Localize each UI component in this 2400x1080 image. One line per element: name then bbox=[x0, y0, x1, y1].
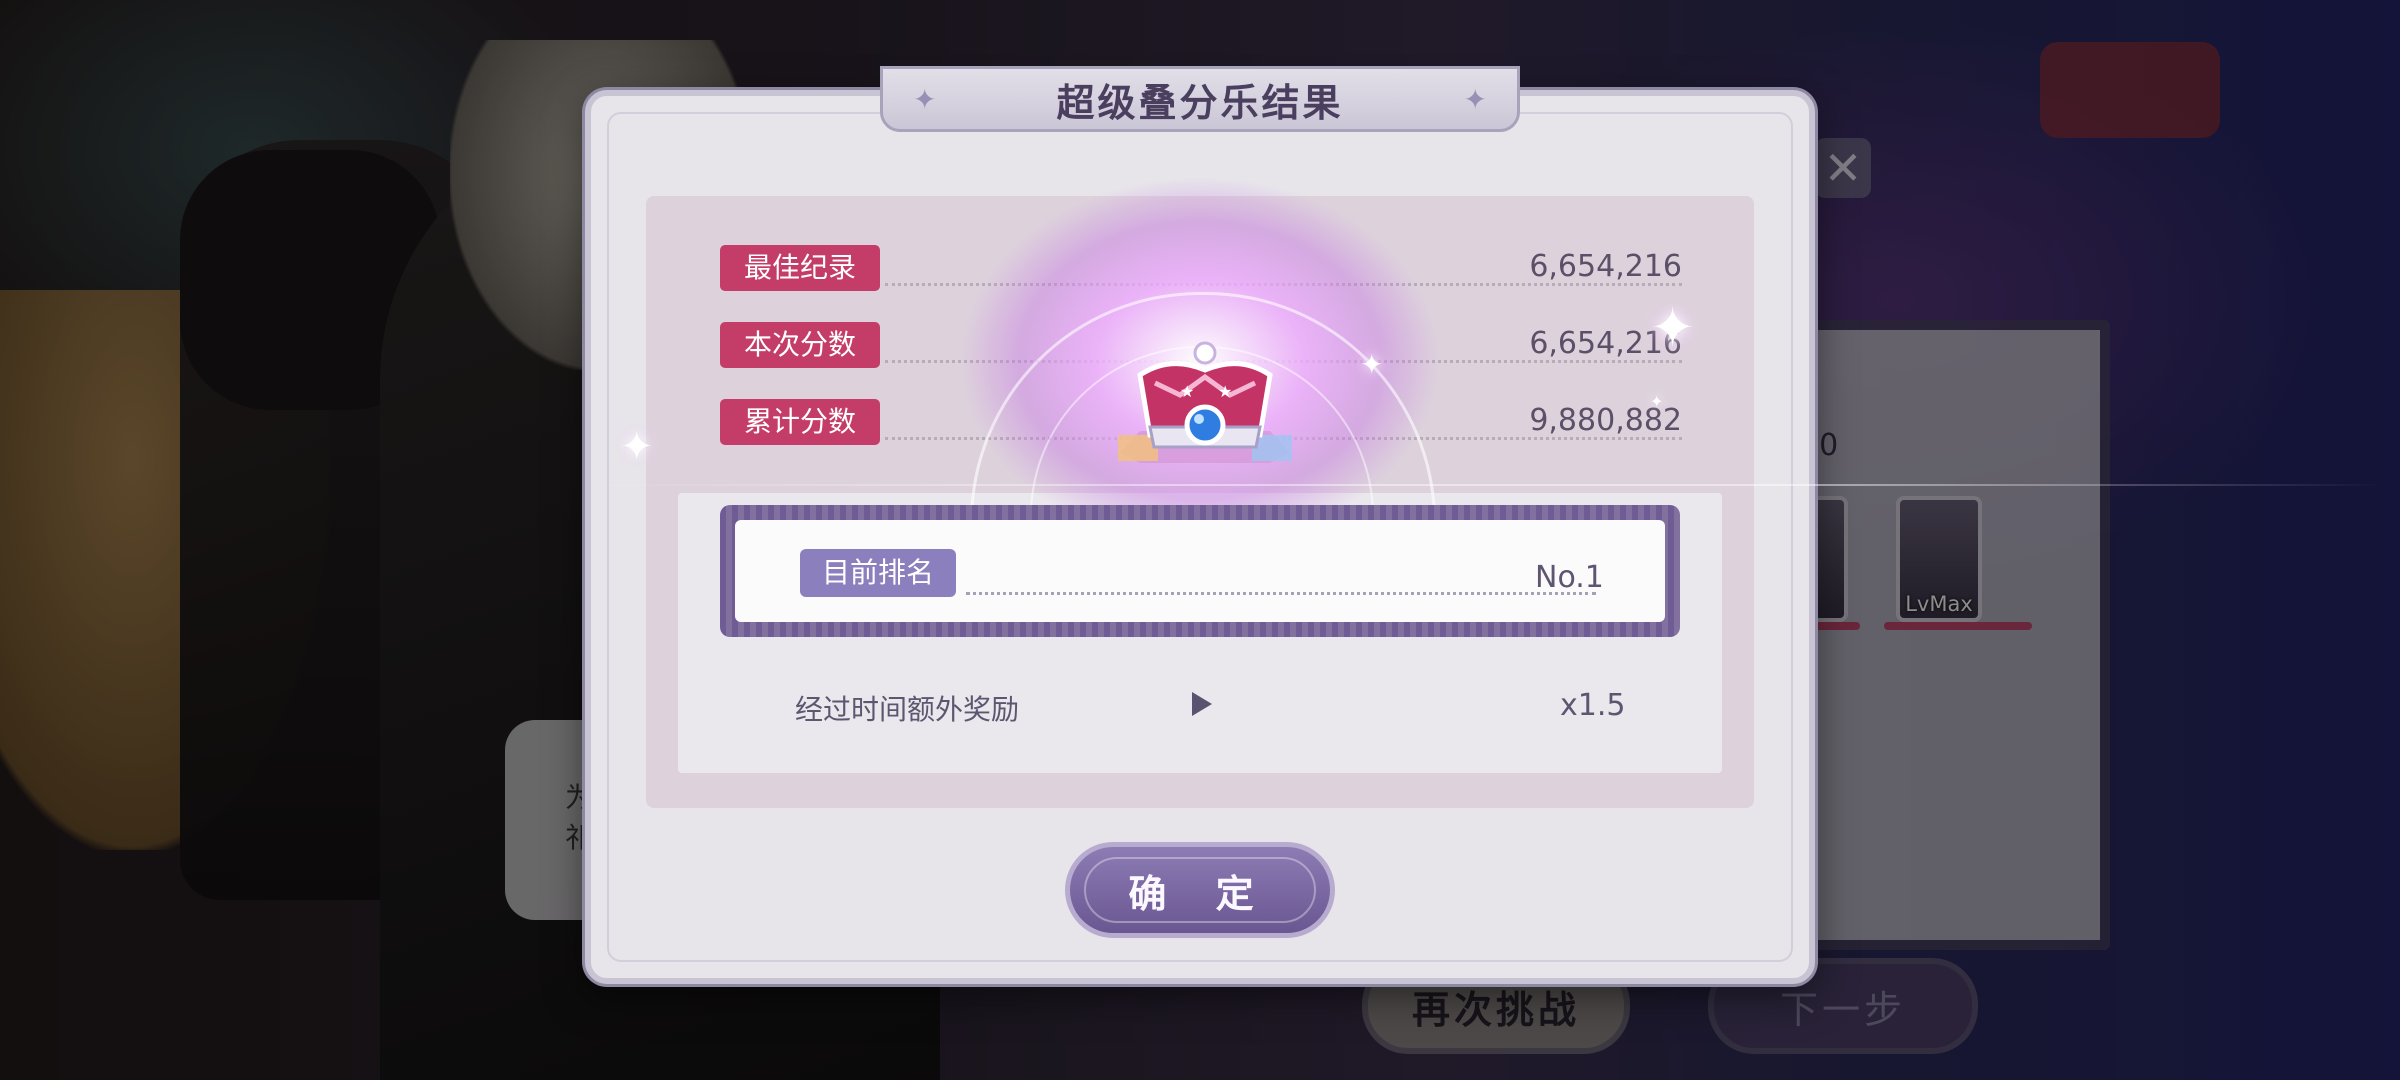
confirm-button[interactable]: 确 定 bbox=[1065, 842, 1335, 938]
dialog-title-plate: ✦ 超级叠分乐结果 ✦ bbox=[880, 66, 1520, 132]
sparkle-icon: ✦ bbox=[1463, 83, 1487, 116]
time-bonus-label: 经过时间额外奖励 bbox=[795, 693, 1020, 726]
best-record-value: 6,654,216 bbox=[1529, 249, 1682, 284]
svg-text:★: ★ bbox=[1218, 382, 1232, 401]
sparkle-icon: ✦ bbox=[1360, 348, 1384, 381]
time-bonus-value: x1.5 bbox=[1560, 688, 1626, 723]
confirm-button-label: 确 定 bbox=[1128, 871, 1272, 916]
play-arrow-icon bbox=[1192, 692, 1212, 716]
crown-icon: ★ ★ bbox=[1118, 341, 1292, 463]
dotted-divider bbox=[966, 592, 1596, 595]
sparkle-icon: ✦ bbox=[913, 83, 937, 116]
rank-label: 目前排名 bbox=[800, 549, 957, 597]
current-score-label: 本次分数 bbox=[720, 322, 881, 368]
dialog-title: 超级叠分乐结果 bbox=[1056, 80, 1344, 125]
svg-text:★: ★ bbox=[1180, 382, 1194, 401]
sparkle-icon: ✦ bbox=[620, 424, 654, 470]
rank-value: No.1 bbox=[1535, 560, 1604, 595]
best-record-row: 最佳纪录 6,654,216 bbox=[720, 245, 1682, 295]
best-record-label: 最佳纪录 bbox=[720, 245, 881, 291]
light-band bbox=[585, 484, 2385, 486]
sparkle-icon: ✦ bbox=[1650, 296, 1696, 359]
total-score-label: 累计分数 bbox=[720, 399, 881, 445]
sparkle-icon: ✦ bbox=[1650, 392, 1664, 411]
